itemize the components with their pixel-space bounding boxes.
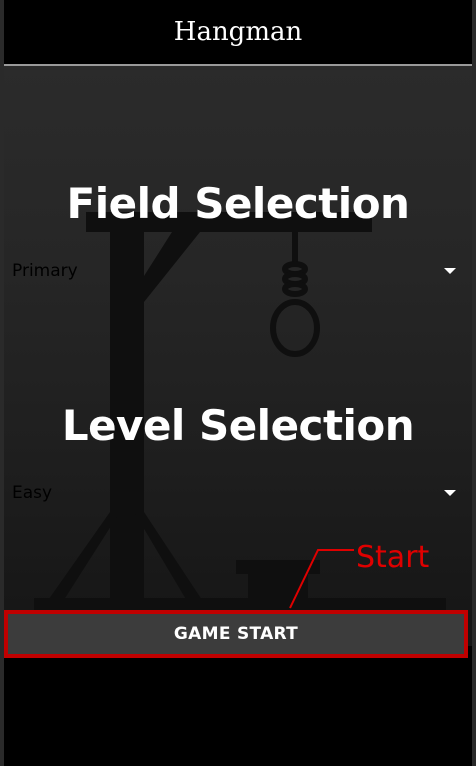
- main-content: Field Selection Primary Level Selection …: [4, 66, 472, 646]
- game-start-highlight[interactable]: GAME START: [4, 610, 468, 658]
- app-bar: Hangman: [4, 0, 472, 66]
- bottom-area: [4, 662, 472, 766]
- annotation-pointer-line: [289, 549, 354, 609]
- app-title: Hangman: [173, 17, 303, 47]
- game-start-button[interactable]: GAME START: [174, 624, 298, 644]
